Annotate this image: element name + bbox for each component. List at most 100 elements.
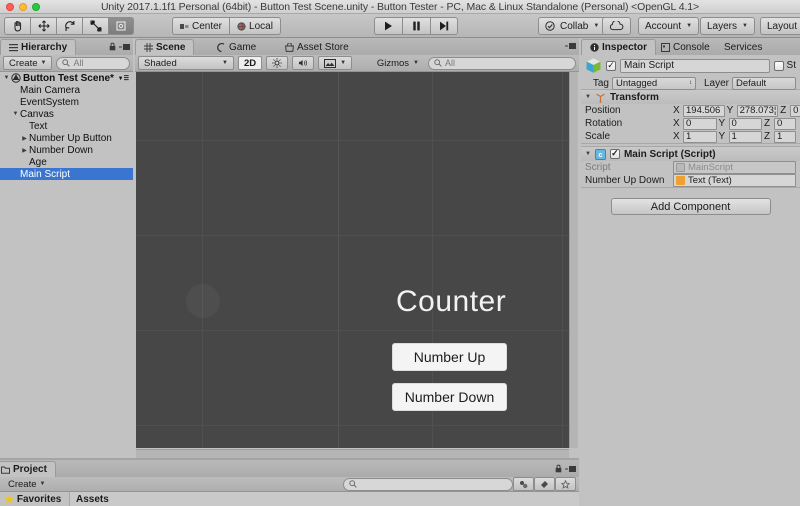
project-create-button[interactable]: Create ▼	[3, 477, 50, 491]
collab-button[interactable]: Collab ▼	[538, 17, 607, 35]
save-search-button[interactable]	[555, 477, 576, 491]
foldout-icon[interactable]: ▼	[11, 111, 20, 117]
hierarchy-item-main-camera[interactable]: Main Camera	[0, 84, 133, 96]
scene-subbar: Shaded ▼ 2D ▼ Gizmos ▼ All	[135, 55, 579, 72]
project-panel-menu[interactable]	[555, 464, 576, 473]
transform-rotation-x-field[interactable]: 0	[683, 117, 717, 130]
rotate-tool-button[interactable]	[56, 17, 82, 35]
scene-audio-toggle[interactable]	[292, 56, 315, 70]
script-title: Main Script (Script)	[623, 148, 716, 160]
tab-hierarchy-label: Hierarchy	[21, 42, 68, 53]
transform-title: Transform	[609, 91, 659, 103]
layout-button[interactable]: Layout	[760, 17, 800, 35]
scene-viewport[interactable]: Counter Number Up Number Down	[136, 72, 569, 448]
space-mode-button[interactable]: Local	[229, 17, 281, 35]
transform-scale-y-field[interactable]: 1	[728, 130, 762, 143]
transform-scale-z-field[interactable]: 1	[774, 130, 796, 143]
gameobject-name-field[interactable]: Main Script	[620, 58, 770, 73]
hierarchy-tree[interactable]: ▼ Button Test Scene* ▼☰ Main Camera Event…	[0, 72, 133, 458]
project-search-input[interactable]	[343, 477, 513, 491]
shading-mode-dropdown[interactable]: Shaded ▼	[138, 56, 234, 70]
create-menu-button[interactable]: Create ▼	[3, 56, 53, 70]
transform-rotation-y-field[interactable]: 0	[728, 117, 762, 130]
layers-button[interactable]: Layers ▼	[700, 17, 755, 35]
gameobject-name-row: ✓ Main Script St	[585, 58, 796, 73]
scene-horizontal-scrollbar[interactable]	[136, 449, 569, 458]
hierarchy-scene-row[interactable]: ▼ Button Test Scene* ▼☰	[0, 72, 133, 84]
hand-tool-button[interactable]	[4, 17, 30, 35]
gizmos-dropdown[interactable]: Gizmos ▼	[372, 56, 424, 70]
tab-services[interactable]: Services	[716, 39, 770, 55]
play-button[interactable]	[374, 17, 402, 35]
toggle-2d-button[interactable]: 2D	[238, 56, 263, 70]
rect-tool-button[interactable]	[108, 17, 134, 35]
foldout-icon[interactable]: ▼	[585, 151, 591, 157]
account-button[interactable]: Account ▼	[638, 17, 700, 35]
static-checkbox[interactable]	[773, 60, 784, 71]
scene-search-input[interactable]: All	[428, 56, 576, 70]
scene-lighting-toggle[interactable]	[266, 56, 289, 70]
tab-asset-store[interactable]: Asset Store	[277, 39, 357, 55]
transform-rotation-z-field[interactable]: 0	[774, 117, 796, 130]
tab-scene[interactable]: Scene	[135, 39, 195, 55]
filter-by-label-button[interactable]	[534, 477, 555, 491]
static-toggle-group[interactable]: St	[773, 60, 796, 71]
pause-button[interactable]	[402, 17, 430, 35]
hierarchy-item-label: Number Up Button	[29, 132, 112, 144]
scene-options-icon[interactable]: ▼☰	[118, 75, 129, 82]
panel-options-icon	[119, 43, 130, 50]
grid-icon	[144, 43, 153, 52]
hierarchy-item-main-script[interactable]: Main Script	[0, 168, 133, 180]
script-ref-field[interactable]: MainScript	[673, 161, 796, 174]
script-header[interactable]: ▼ c ✓ Main Script (Script)	[581, 147, 800, 161]
transform-position-z-field[interactable]: 0	[790, 104, 800, 117]
foldout-icon[interactable]: ▼	[585, 94, 591, 100]
step-button[interactable]	[430, 17, 458, 35]
scene-fx-dropdown[interactable]: ▼	[318, 56, 353, 70]
project-favorites[interactable]: ★ Favorites	[0, 492, 70, 506]
move-tool-button[interactable]	[30, 17, 56, 35]
filter-by-type-button[interactable]	[513, 477, 534, 491]
transform-position-x-field[interactable]: 194.506	[683, 104, 725, 117]
number-up-down-field[interactable]: Text (Text)	[673, 174, 796, 187]
scene-vertical-scrollbar[interactable]	[569, 72, 578, 448]
gameobject-enabled-checkbox[interactable]: ✓	[606, 60, 616, 71]
hierarchy-item-canvas[interactable]: ▼ Canvas	[0, 108, 133, 120]
tab-inspector[interactable]: Inspector	[581, 39, 657, 55]
scene-panel-menu[interactable]	[565, 42, 576, 50]
transform-header[interactable]: ▼ Transform	[581, 90, 800, 104]
space-mode-label: Local	[249, 20, 273, 32]
layer-dropdown[interactable]: Default	[732, 76, 796, 90]
add-component-button[interactable]: Add Component	[610, 198, 771, 215]
hierarchy-item-text[interactable]: Text	[0, 120, 133, 132]
hierarchy-item-eventsystem[interactable]: EventSystem	[0, 96, 133, 108]
tab-console[interactable]: Console	[653, 39, 718, 55]
scene-foldout-icon[interactable]: ▼	[2, 75, 11, 81]
unity-scene-icon	[11, 73, 21, 83]
tab-project[interactable]: Project	[0, 461, 56, 477]
foldout-icon[interactable]: ▶	[20, 135, 29, 142]
project-assets-breadcrumb[interactable]: Assets	[70, 492, 579, 506]
scale-tool-button[interactable]	[82, 17, 108, 35]
script-enabled-checkbox[interactable]: ✓	[609, 149, 620, 159]
hierarchy-item-number-down[interactable]: ▶ Number Down	[0, 144, 133, 156]
pivot-mode-button[interactable]: Center	[172, 17, 230, 35]
scene-number-down-button[interactable]: Number Down	[392, 383, 507, 411]
tab-hierarchy[interactable]: Hierarchy	[0, 39, 77, 55]
inspector-panel: Inspector Console Services ✓ Main Script…	[581, 38, 800, 506]
hierarchy-item-label: Main Camera	[20, 84, 81, 96]
transform-scale-x-field[interactable]: 1	[683, 130, 717, 143]
cloud-button[interactable]	[602, 17, 631, 35]
hierarchy-item-label: EventSystem	[20, 96, 79, 108]
scene-view-panel: Scene Game Asset Store Shaded ▼ 2D ▼ Giz…	[135, 38, 579, 458]
hierarchy-search-input[interactable]: All	[56, 56, 130, 70]
hierarchy-item-number-up-button[interactable]: ▶ Number Up Button	[0, 132, 133, 144]
foldout-icon[interactable]: ▶	[20, 147, 29, 154]
transform-position-y-field[interactable]: 278.073¦	[736, 104, 779, 117]
script-component: ▼ c ✓ Main Script (Script) Script MainSc…	[581, 146, 800, 188]
hierarchy-item-age[interactable]: Age	[0, 156, 133, 168]
tag-dropdown[interactable]: Untagged ↕	[612, 76, 696, 90]
tab-game[interactable]: Game	[209, 39, 264, 55]
scene-number-up-button[interactable]: Number Up	[392, 343, 507, 371]
hierarchy-panel-menu[interactable]	[109, 42, 130, 51]
